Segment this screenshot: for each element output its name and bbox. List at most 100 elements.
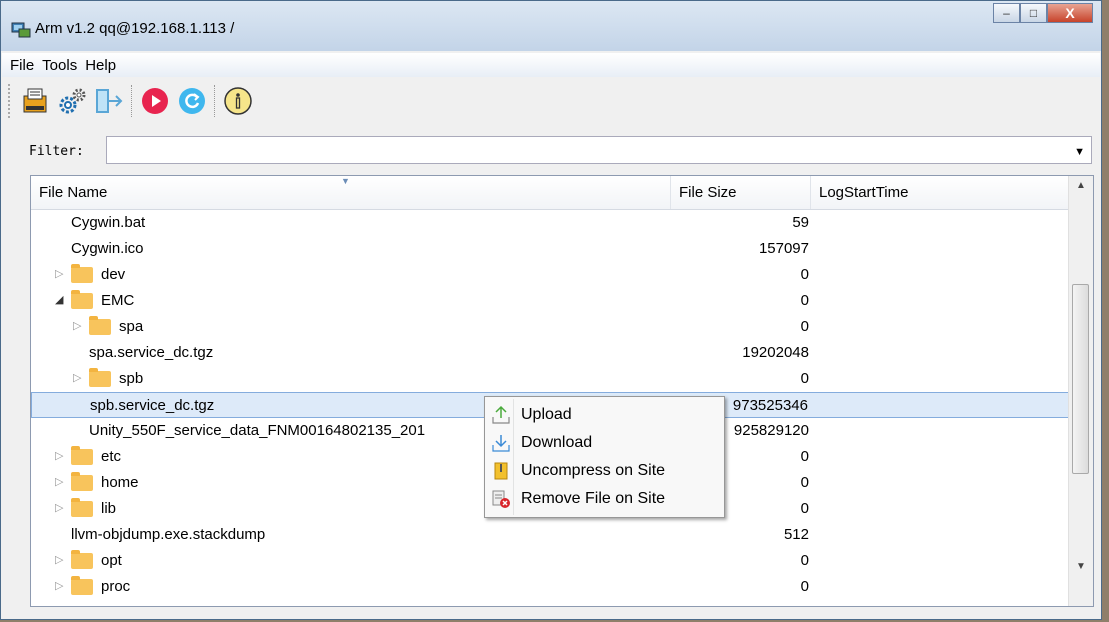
expand-arrow-icon[interactable]: ▷ [73, 319, 81, 332]
context-upload[interactable]: Upload [487, 401, 722, 429]
tree-row-file[interactable]: Cygwin.ico 157097 [31, 236, 1069, 262]
expand-arrow-icon[interactable]: ▷ [73, 371, 81, 384]
tree-row-folder[interactable]: ▷ spb 0 [31, 366, 1069, 392]
settings-button[interactable] [56, 85, 88, 117]
filter-combobox[interactable]: ▼ [106, 136, 1092, 164]
app-icon [11, 22, 31, 38]
file-name: opt [101, 552, 122, 569]
tree-header: File Name ▼ File Size LogStartTime [31, 176, 1069, 210]
file-name: etc [101, 448, 122, 465]
folder-icon [71, 576, 93, 595]
file-name: Cygwin.ico [71, 240, 144, 257]
folder-icon [71, 290, 93, 309]
file-size: 0 [800, 318, 809, 335]
minimize-button[interactable]: – [993, 3, 1020, 23]
context-remove-label: Remove File on Site [521, 490, 666, 507]
context-download[interactable]: Download [487, 429, 722, 457]
info-button[interactable] [222, 85, 254, 117]
refresh-button[interactable] [176, 85, 208, 117]
expand-arrow-icon[interactable]: ▷ [55, 579, 63, 592]
context-uncompress[interactable]: Uncompress on Site [487, 457, 722, 485]
file-name: home [101, 474, 139, 491]
file-name: spa [119, 318, 144, 335]
tree-row-folder[interactable]: ▷ proc 0 [31, 574, 1069, 600]
file-size: 0 [800, 448, 809, 465]
file-size: 973525346 [732, 397, 808, 414]
zip-icon [494, 462, 508, 480]
play-icon [142, 87, 168, 114]
toolbar-separator [214, 84, 217, 117]
scroll-down-icon[interactable]: ▼ [1076, 561, 1086, 572]
expand-arrow-icon[interactable]: ▷ [55, 267, 63, 280]
tree-row-folder[interactable]: ▷ spa 0 [31, 314, 1069, 340]
info-icon [224, 86, 252, 115]
file-size: 157097 [758, 240, 809, 257]
context-upload-label: Upload [521, 406, 572, 423]
expand-arrow-icon[interactable]: ▷ [55, 501, 63, 514]
tree-row-folder[interactable]: ▷ opt 0 [31, 548, 1069, 574]
file-name: llvm-objdump.exe.stackdump [71, 526, 266, 543]
toolbar [2, 78, 1100, 123]
column-log-start-time[interactable]: LogStartTime [811, 176, 1069, 209]
context-uncompress-label: Uncompress on Site [521, 462, 666, 479]
context-remove[interactable]: Remove File on Site [487, 485, 722, 513]
tree-row-file[interactable]: spa.service_dc.tgz 19202048 [31, 340, 1069, 366]
file-size: 512 [783, 526, 809, 543]
file-tree[interactable]: File Name ▼ File Size LogStartTime Cygwi… [30, 175, 1094, 607]
file-size: 19202048 [742, 344, 809, 361]
file-name: Unity_550F_service_data_FNM00164802135_2… [89, 422, 426, 439]
window-title: Arm v1.2 qq@192.168.1.113 / [35, 20, 235, 37]
column-file-name[interactable]: File Name [31, 176, 671, 209]
folder-icon [89, 368, 111, 387]
connect-session-button[interactable] [19, 85, 51, 117]
upload-icon [492, 405, 510, 424]
file-name: spa.service_dc.tgz [89, 344, 214, 361]
file-size: 0 [800, 266, 809, 283]
file-name: EMC [101, 292, 135, 309]
file-size: 0 [800, 500, 809, 517]
filter-row: Filter: ▼ [21, 136, 1099, 166]
vertical-scrollbar[interactable]: ▲ ▼ [1068, 176, 1093, 606]
logout-button[interactable] [93, 85, 125, 117]
file-size: 0 [800, 578, 809, 595]
maximize-button[interactable]: □ [1020, 3, 1047, 23]
close-button[interactable]: X [1047, 3, 1093, 23]
menu-file[interactable]: File [10, 57, 34, 74]
settings-gears-icon [59, 88, 86, 113]
menu-bar: File Tools Help [2, 53, 1100, 77]
file-name: Cygwin.bat [71, 214, 146, 231]
file-size: 925829120 [733, 422, 809, 439]
collapse-arrow-icon[interactable]: ◢ [55, 293, 63, 306]
context-download-label: Download [521, 434, 593, 451]
tree-row-folder[interactable]: ◢ EMC 0 [31, 288, 1069, 314]
file-size: 0 [800, 474, 809, 491]
menu-help[interactable]: Help [85, 57, 116, 74]
expand-arrow-icon[interactable]: ▷ [55, 553, 63, 566]
toolbar-separator [131, 84, 134, 117]
menu-tools[interactable]: Tools [42, 57, 77, 74]
folder-icon [71, 498, 93, 517]
folder-icon [71, 550, 93, 569]
remove-file-icon [492, 490, 510, 508]
refresh-icon [179, 87, 205, 114]
toolbar-grip[interactable] [8, 83, 14, 118]
dropdown-arrow-icon[interactable]: ▼ [1074, 146, 1085, 158]
file-size: 0 [800, 552, 809, 569]
tree-row-folder[interactable]: ▷ dev 0 [31, 262, 1069, 288]
expand-arrow-icon[interactable]: ▷ [55, 449, 63, 462]
scroll-thumb[interactable] [1072, 284, 1089, 474]
title-bar[interactable]: Arm v1.2 qq@192.168.1.113 / – □ X [1, 1, 1101, 51]
filter-label: Filter: [29, 144, 84, 159]
play-button[interactable] [139, 85, 171, 117]
file-name: proc [101, 578, 131, 595]
file-size: 59 [792, 214, 809, 231]
tree-row-file[interactable]: llvm-objdump.exe.stackdump 512 [31, 522, 1069, 548]
scroll-up-icon[interactable]: ▲ [1076, 180, 1086, 191]
tree-row-file[interactable]: Cygwin.bat 59 [31, 210, 1069, 236]
column-file-size[interactable]: File Size [671, 176, 811, 209]
folder-icon [89, 316, 111, 335]
file-size: 0 [800, 292, 809, 309]
file-name: dev [101, 266, 126, 283]
logout-icon [96, 88, 123, 113]
expand-arrow-icon[interactable]: ▷ [55, 475, 63, 488]
